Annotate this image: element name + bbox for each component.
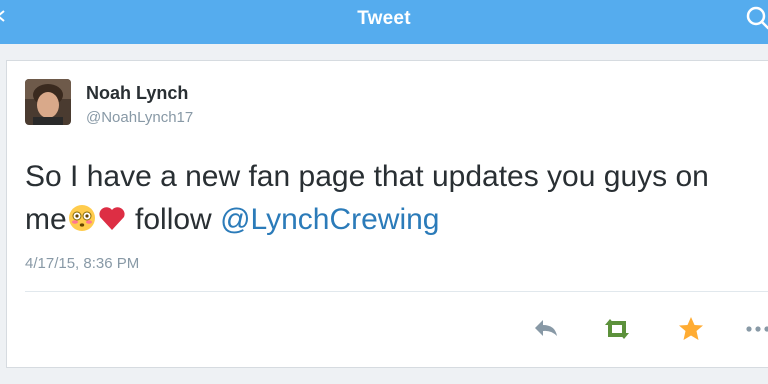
- more-icon[interactable]: [745, 316, 768, 342]
- page-title: Tweet: [357, 8, 411, 29]
- avatar[interactable]: [25, 79, 71, 125]
- author-name[interactable]: Noah Lynch: [86, 83, 188, 104]
- star-icon[interactable]: [677, 316, 705, 342]
- navigation-bar: Tweet: [0, 0, 768, 44]
- author-handle[interactable]: @NoahLynch17: [86, 109, 193, 126]
- flushed-face-emoji-icon: [68, 205, 95, 231]
- timestamp: 4/17/15, 8:36 PM: [25, 255, 140, 272]
- tweet-card: Noah Lynch @NoahLynch17 So I have a new …: [6, 60, 768, 368]
- mention-link[interactable]: @LynchCrewing: [220, 203, 439, 236]
- tweet-text-prefix: me: [25, 203, 67, 236]
- search-icon[interactable]: [744, 4, 768, 32]
- retweet-icon[interactable]: [599, 316, 635, 342]
- tweet-text-follow: follow: [126, 203, 221, 236]
- tweet-text: So I have a new fan page that updates yo…: [25, 155, 768, 241]
- reply-icon[interactable]: [531, 316, 561, 342]
- bottom-background: [0, 368, 768, 384]
- tweet-text-line-1: So I have a new fan page that updates yo…: [25, 160, 709, 193]
- profile-photo-icon: [25, 79, 71, 125]
- red-heart-emoji-icon: [99, 207, 125, 230]
- divider: [25, 291, 768, 292]
